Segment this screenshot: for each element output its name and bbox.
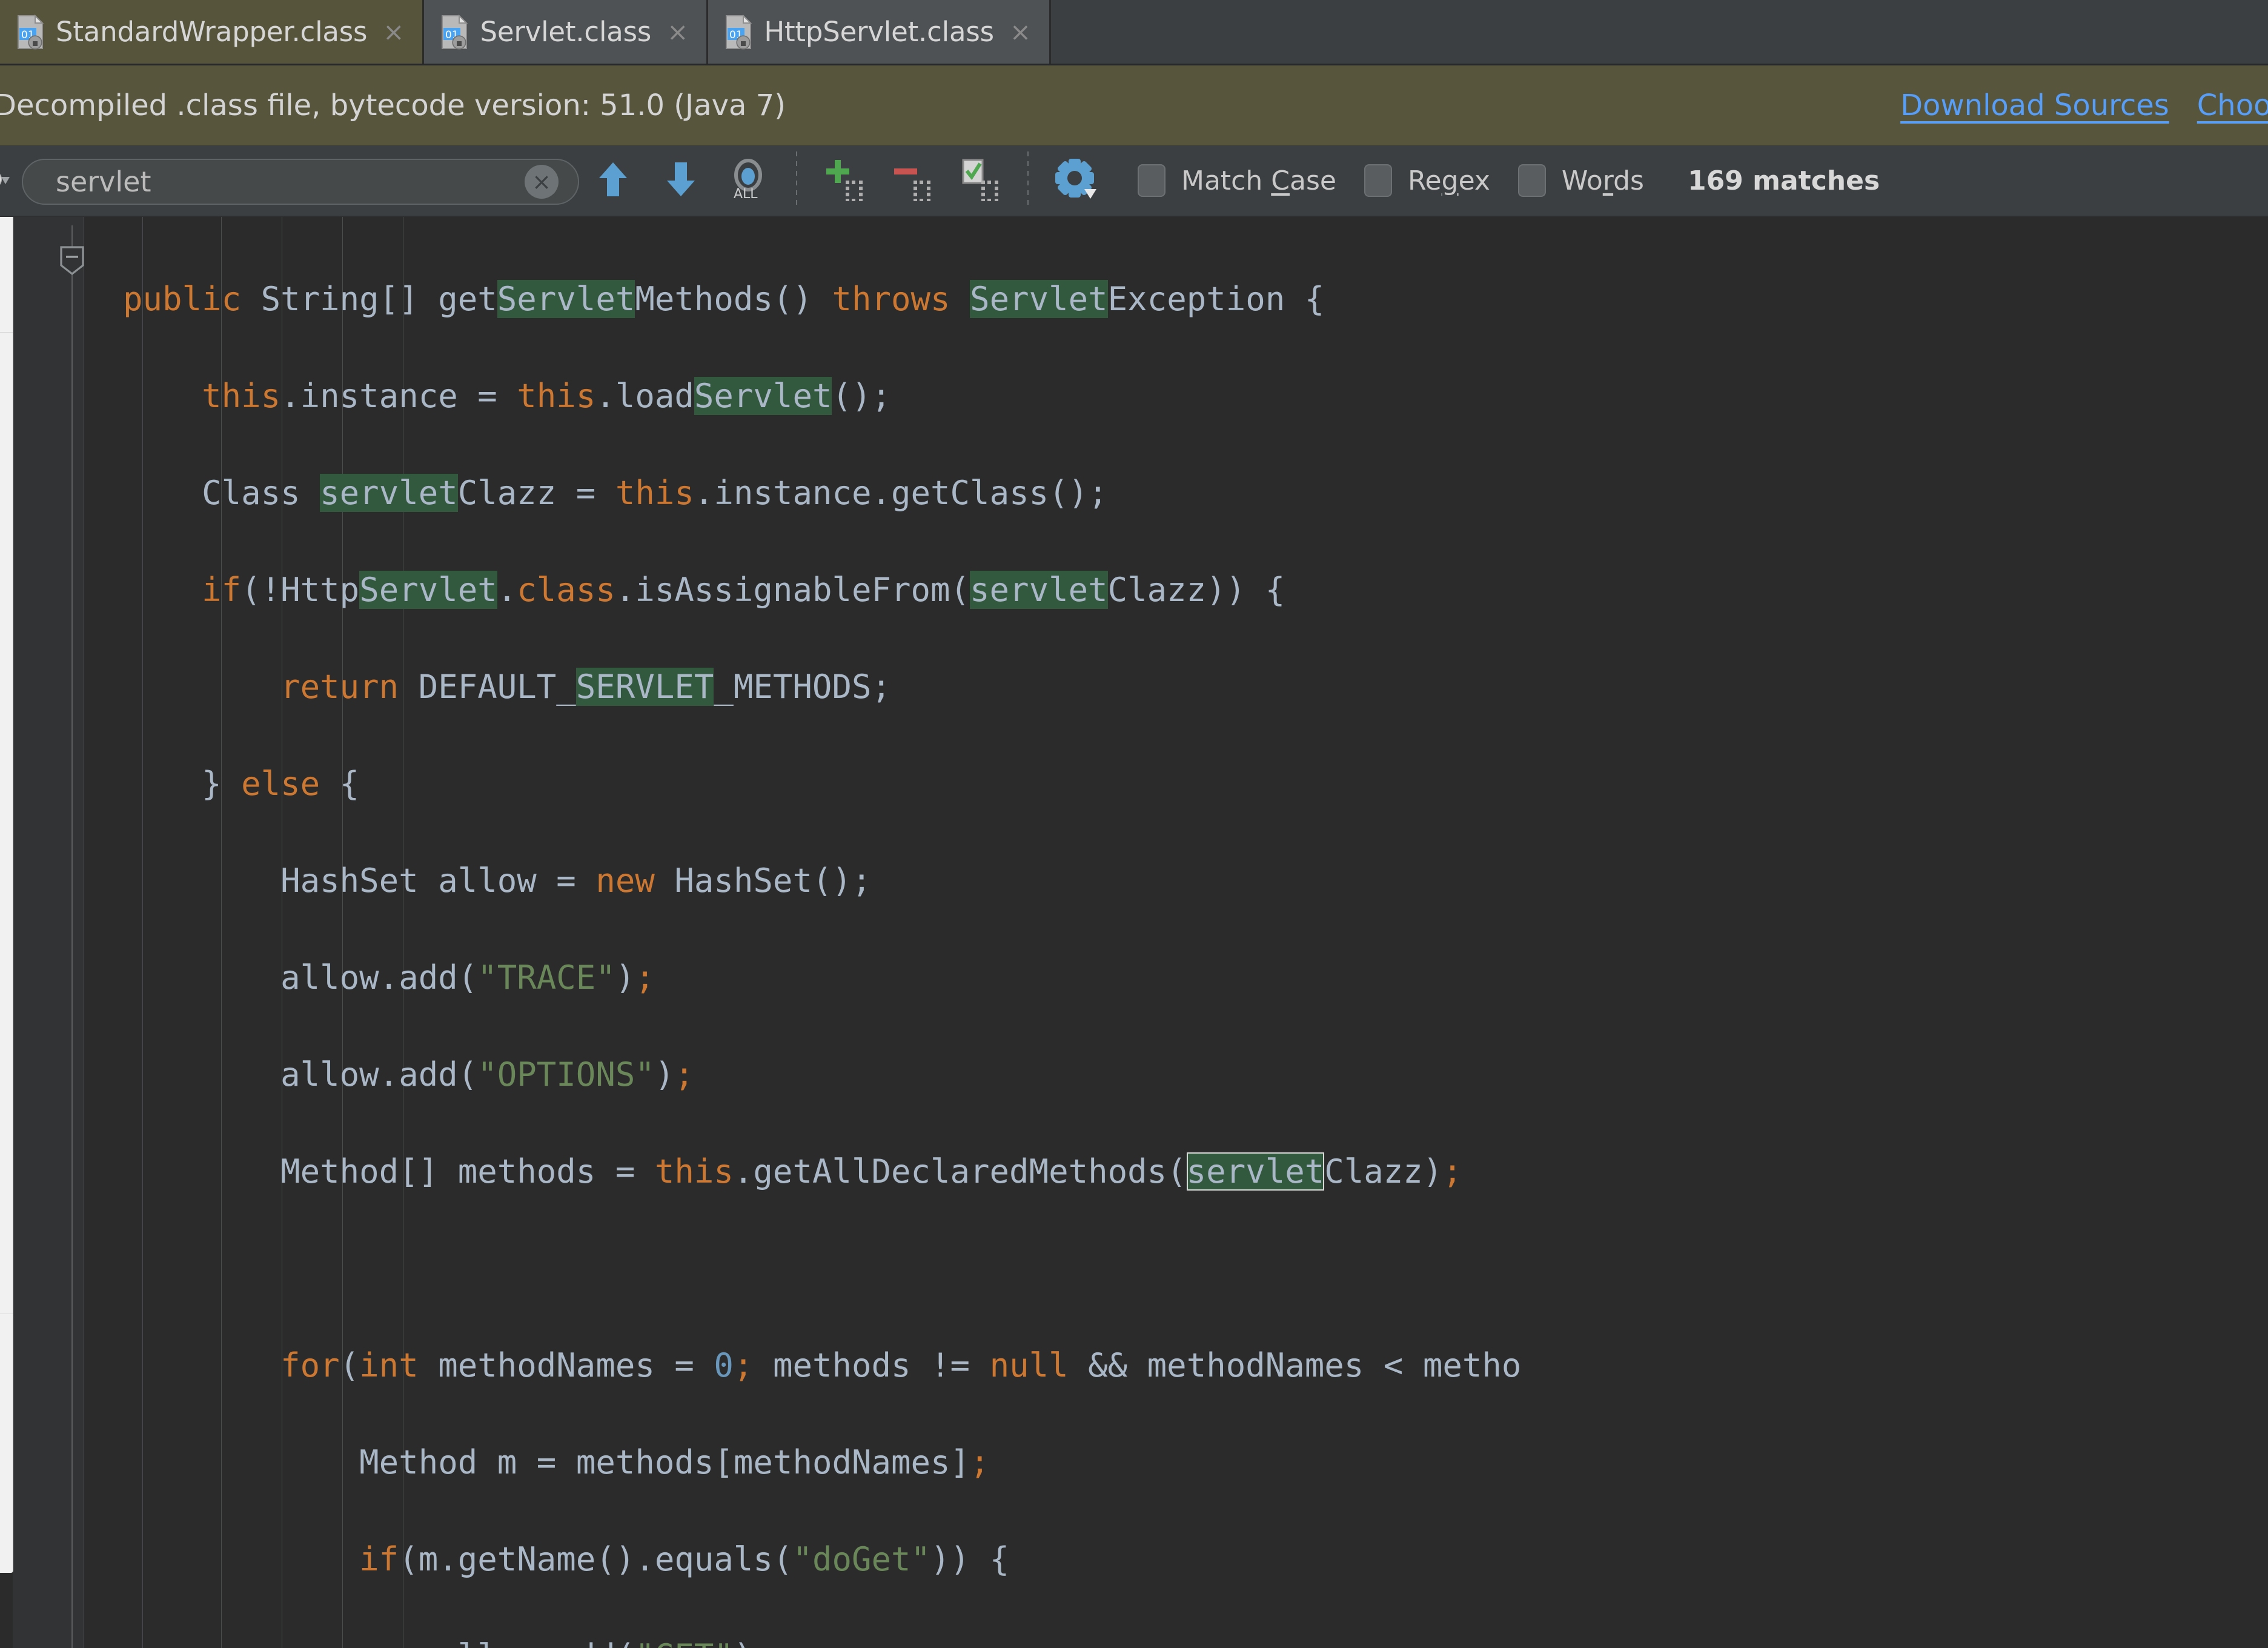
code-line: allow.add("OPTIONS"); <box>280 1055 694 1094</box>
editor-tab-bar: 01 StandardWrapper.class × 01 Servlet.cl… <box>0 0 2268 65</box>
svg-text:ALL: ALL <box>734 187 758 201</box>
match-case-checkbox[interactable]: Match Case <box>1138 164 1336 197</box>
tab-httpservlet-class[interactable]: 01 HttpServlet.class × <box>708 0 1052 64</box>
checkbox-box[interactable] <box>1364 164 1392 197</box>
code-line: Class servletClazz = this.instance.getCl… <box>202 474 1108 512</box>
magnifier-all-icon: ALL <box>728 158 770 203</box>
tab-servlet-class[interactable]: 01 Servlet.class × <box>424 0 709 64</box>
strip-divider <box>0 332 13 333</box>
code-editor[interactable]: public String[] getServletMethods() thro… <box>0 217 2268 1648</box>
arrow-down-icon <box>662 159 700 202</box>
code-line: this.instance = this.loadServlet(); <box>202 377 892 415</box>
decompiled-notification-bar: Decompiled .class file, bytecode version… <box>0 65 2268 145</box>
regex-label: Regex <box>1407 165 1490 196</box>
toolbar-separator <box>796 151 797 210</box>
code-line: public String[] getServletMethods() thro… <box>123 280 1325 318</box>
match-case-label: Match Case <box>1181 165 1336 196</box>
editor-gutter[interactable] <box>13 217 84 1648</box>
find-settings-button[interactable] <box>1042 147 1110 214</box>
notification-message: Decompiled .class file, bytecode version… <box>0 88 786 122</box>
code-line: Method m = methods[methodNames]; <box>359 1443 990 1481</box>
words-label: Words <box>1561 165 1644 196</box>
checkbox-box[interactable] <box>1138 164 1166 197</box>
code-line: for(int methodNames = 0; methods != null… <box>280 1346 1522 1384</box>
regex-checkbox[interactable]: Regex <box>1364 164 1490 197</box>
class-file-icon: 01 <box>724 14 754 50</box>
search-input[interactable]: servlet × <box>22 159 579 205</box>
notification-actions: Download Sources Choose <box>1900 88 2268 122</box>
search-history-icon[interactable] <box>0 162 13 199</box>
tab-label: Servlet.class <box>480 16 652 48</box>
tab-label: HttpServlet.class <box>764 16 994 48</box>
code-line: Method[] methods = this.getAllDeclaredMe… <box>280 1152 1462 1191</box>
tab-close-icon[interactable]: × <box>383 19 404 45</box>
add-selection-button[interactable] <box>811 147 878 214</box>
select-all-occurrences-button[interactable] <box>946 147 1014 214</box>
tab-label: StandardWrapper.class <box>56 16 368 48</box>
words-checkbox[interactable]: Words <box>1517 164 1644 197</box>
gear-icon <box>1053 156 1099 205</box>
search-input-value: servlet <box>56 165 151 198</box>
code-line: HashSet allow = new HashSet(); <box>280 862 872 900</box>
fold-region-line <box>71 225 73 1648</box>
class-file-icon: 01 <box>440 14 470 50</box>
class-file-icon: 01 <box>16 14 46 50</box>
tool-window-strip[interactable] <box>0 217 13 1573</box>
find-previous-button[interactable] <box>579 147 647 214</box>
clear-search-icon[interactable]: × <box>525 165 559 199</box>
code-line: return DEFAULT_SERVLET_METHODS; <box>280 668 891 706</box>
collapse-fold-icon[interactable] <box>59 246 85 276</box>
arrow-up-icon <box>594 159 632 202</box>
plus-selection-icon <box>823 158 866 204</box>
remove-selection-button[interactable] <box>878 147 946 214</box>
find-toolbar: servlet × ALL Match Case Regex Words 169… <box>0 145 2268 217</box>
minus-selection-icon <box>890 158 934 204</box>
code-line: } else { <box>84 765 360 803</box>
code-line: if(!HttpServlet.class.isAssignableFrom(s… <box>202 571 1285 609</box>
source-code-view[interactable]: public String[] getServletMethods() thro… <box>84 217 2268 1648</box>
toolbar-separator <box>1027 151 1029 210</box>
choose-sources-link[interactable]: Choose <box>2197 88 2268 122</box>
find-next-button[interactable] <box>647 147 715 214</box>
code-line: if(m.getName().equals("doGet")) { <box>359 1540 1010 1578</box>
match-count-label: 169 matches <box>1687 165 1880 196</box>
tab-standardwrapper-class[interactable]: 01 StandardWrapper.class × <box>0 0 425 64</box>
code-line: allow.add("TRACE"); <box>280 959 655 997</box>
tab-close-icon[interactable]: × <box>1010 19 1031 45</box>
tab-close-icon[interactable]: × <box>667 19 688 45</box>
download-sources-link[interactable]: Download Sources <box>1900 88 2169 122</box>
find-all-button[interactable]: ALL <box>715 147 783 214</box>
checkbox-box[interactable] <box>1517 164 1546 197</box>
code-line: allow.add("GET"); <box>84 1632 2268 1648</box>
check-selection-icon <box>958 158 1002 204</box>
